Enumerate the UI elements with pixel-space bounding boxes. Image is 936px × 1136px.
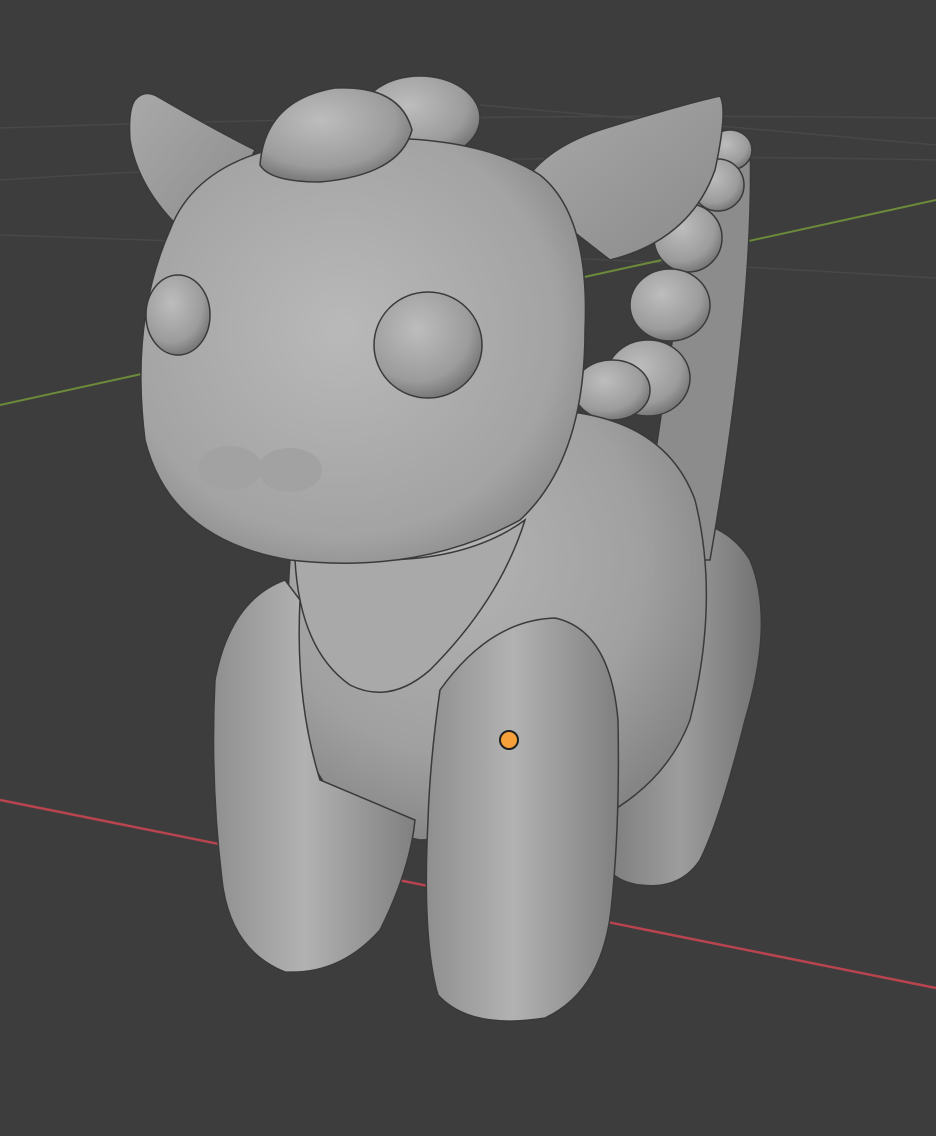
eye-right[interactable] — [373, 291, 483, 399]
tail-spike[interactable] — [629, 268, 711, 342]
object-origin-marker[interactable] — [499, 730, 519, 750]
eye-left[interactable] — [145, 274, 211, 356]
viewport-scene[interactable] — [0, 0, 936, 1136]
tail-spike[interactable] — [573, 359, 651, 421]
front-leg-right[interactable] — [425, 617, 620, 1022]
head[interactable] — [140, 137, 587, 564]
3d-viewport[interactable] — [0, 0, 936, 1136]
model-baby-dragon[interactable] — [128, 75, 763, 1022]
